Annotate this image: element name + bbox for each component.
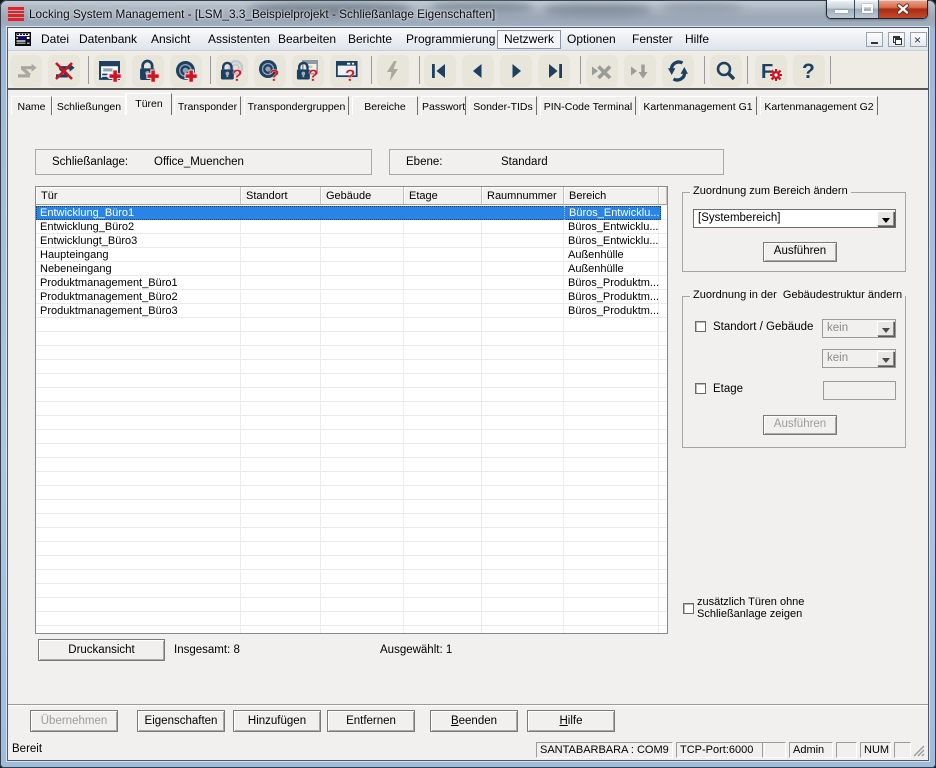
svg-text:?: ?: [345, 66, 355, 83]
svg-text:?: ?: [802, 60, 815, 83]
svg-text:?: ?: [308, 66, 318, 83]
svg-text:?: ?: [232, 66, 242, 83]
svg-text:?: ?: [269, 66, 279, 83]
